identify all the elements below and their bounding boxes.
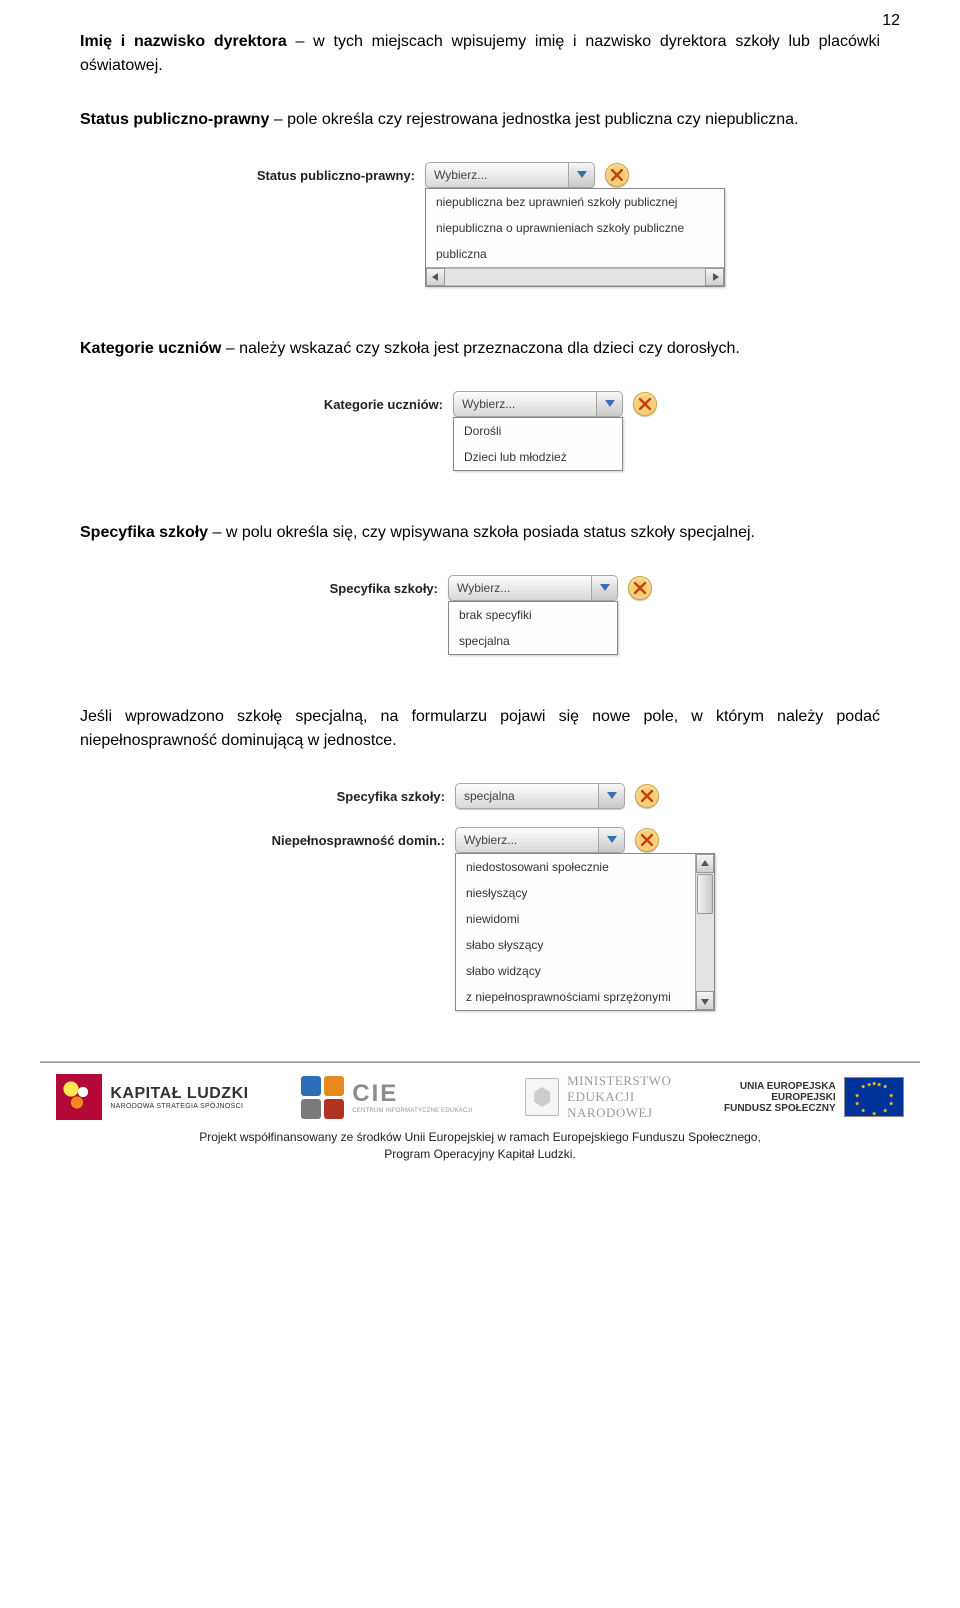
scroll-right-icon[interactable] <box>705 268 724 286</box>
scroll-thumb[interactable] <box>697 874 713 914</box>
combo-niepelnosprawnosc[interactable]: Wybierz... <box>455 827 625 853</box>
kapital-subtitle: NARODOWA STRATEGIA SPÓJNOŚCI <box>110 1103 248 1110</box>
eu-line3: FUNDUSZ SPOŁECZNY <box>724 1103 836 1114</box>
eu-line2: EUROPEJSKI <box>724 1092 836 1103</box>
option-niep-0[interactable]: niedostosowani społecznie <box>456 854 695 880</box>
footer-logos: KAPITAŁ LUDZKI NARODOWA STRATEGIA SPÓJNO… <box>0 1073 960 1121</box>
men-line1: MINISTERSTWO <box>567 1073 671 1089</box>
eu-line1: UNIA EUROPEJSKA <box>724 1081 836 1092</box>
figure-niepelnosprawnosc: Specyfika szkoły: specjalna Niepełnospra… <box>245 783 715 1011</box>
chevron-down-icon[interactable] <box>598 784 624 808</box>
cie-subtitle: CENTRUM INFORMATYCZNE EDUKACJI <box>352 1108 472 1114</box>
combo-niepelnosprawnosc-text: Wybierz... <box>456 833 598 847</box>
men-line2: EDUKACJI <box>567 1089 671 1105</box>
clear-button[interactable] <box>628 576 652 600</box>
option-niep-1[interactable]: niesłyszący <box>456 880 695 906</box>
scroll-track[interactable] <box>445 268 705 286</box>
combo-kategorie[interactable]: Wybierz... <box>453 391 623 417</box>
dropdown-kategorie[interactable]: Dorośli Dzieci lub młodzież <box>453 417 623 471</box>
para2-term: Status publiczno-prawny <box>80 111 269 128</box>
option-specyfika-1[interactable]: specjalna <box>449 628 617 654</box>
combo-status[interactable]: Wybierz... <box>425 162 595 188</box>
paragraph-3: Kategorie uczniów – należy wskazać czy s… <box>80 337 880 361</box>
logo-men: MINISTERSTWO EDUKACJI NARODOWEJ <box>525 1073 671 1121</box>
figure-status-publiczno-prawny: Status publiczno-prawny: Wybierz... niep… <box>235 162 725 287</box>
paragraph-2: Status publiczno-prawny – pole określa c… <box>80 108 880 132</box>
dropdown-status[interactable]: niepubliczna bez uprawnień szkoły public… <box>425 188 725 287</box>
option-niep-3[interactable]: słabo słyszący <box>456 932 695 958</box>
option-specyfika-0[interactable]: brak specyfiki <box>449 602 617 628</box>
option-niep-5[interactable]: z niepełnosprawnościami sprzężonymi <box>456 984 695 1010</box>
figure-kategorie-uczniow: Kategorie uczniów: Wybierz... Dorośli Dz… <box>303 391 657 471</box>
footer-caption-line2: Program Operacyjny Kapitał Ludzki. <box>384 1147 575 1161</box>
kapital-icon <box>56 1074 102 1120</box>
combo-specyfika-selected[interactable]: specjalna <box>455 783 625 809</box>
combo-kategorie-text: Wybierz... <box>454 397 596 411</box>
men-line3: NARODOWEJ <box>567 1105 671 1121</box>
chevron-down-icon[interactable] <box>598 828 624 852</box>
field-label-kategorie: Kategorie uczniów: <box>303 397 443 412</box>
option-niep-4[interactable]: słabo widzący <box>456 958 695 984</box>
field-label-specyfika2: Specyfika szkoły: <box>245 789 445 804</box>
option-kategorie-0[interactable]: Dorośli <box>454 418 622 444</box>
option-niep-2[interactable]: niewidomi <box>456 906 695 932</box>
kapital-title: KAPITAŁ LUDZKI <box>110 1085 248 1103</box>
paragraph-5: Jeśli wprowadzono szkołę specjalną, na f… <box>80 705 880 753</box>
combo-status-text: Wybierz... <box>426 168 568 182</box>
chevron-down-icon[interactable] <box>568 163 594 187</box>
footer-divider <box>40 1061 920 1063</box>
para4-term: Specyfika szkoły <box>80 524 208 541</box>
logo-cie: CIE CENTRUM INFORMATYCZNE EDUKACJI <box>301 1076 472 1119</box>
cie-title: CIE <box>352 1080 472 1108</box>
field-label-status: Status publiczno-prawny: <box>235 168 415 183</box>
field-label-specyfika: Specyfika szkoły: <box>308 581 438 596</box>
combo-specyfika[interactable]: Wybierz... <box>448 575 618 601</box>
paragraph-4: Specyfika szkoły – w polu określa się, c… <box>80 521 880 545</box>
cie-icon <box>301 1076 344 1119</box>
para3-term: Kategorie uczniów <box>80 340 221 357</box>
paragraph-1: Imię i nazwisko dyrektora – w tych miejs… <box>80 30 880 78</box>
vertical-scrollbar[interactable] <box>695 854 714 1010</box>
clear-button[interactable] <box>635 828 659 852</box>
eu-flag-icon <box>844 1077 904 1117</box>
para3-text: – należy wskazać czy szkoła jest przezna… <box>221 340 739 357</box>
page-number: 12 <box>882 12 900 30</box>
horizontal-scrollbar[interactable] <box>426 267 724 286</box>
option-kategorie-1[interactable]: Dzieci lub młodzież <box>454 444 622 470</box>
footer-caption-line1: Projekt współfinansowany ze środków Unii… <box>199 1130 761 1144</box>
scroll-left-icon[interactable] <box>426 268 445 286</box>
clear-button[interactable] <box>633 392 657 416</box>
dropdown-niepelnosprawnosc[interactable]: niedostosowani społecznie niesłyszący ni… <box>455 853 715 1011</box>
scroll-track[interactable] <box>696 915 714 991</box>
option-status-1[interactable]: niepubliczna o uprawnieniach szkoły publ… <box>426 215 724 241</box>
para1-term: Imię i nazwisko dyrektora <box>80 33 287 50</box>
clear-button[interactable] <box>635 784 659 808</box>
dropdown-specyfika[interactable]: brak specyfiki specjalna <box>448 601 618 655</box>
footer-caption: Projekt współfinansowany ze środków Unii… <box>0 1121 960 1183</box>
chevron-down-icon[interactable] <box>596 392 622 416</box>
figure-specyfika-szkoly: Specyfika szkoły: Wybierz... brak specyf… <box>308 575 652 655</box>
scroll-up-icon[interactable] <box>696 854 714 873</box>
scroll-down-icon[interactable] <box>696 991 714 1010</box>
option-status-0[interactable]: niepubliczna bez uprawnień szkoły public… <box>426 189 724 215</box>
para4-text: – w polu określa się, czy wpisywana szko… <box>208 524 755 541</box>
logo-kapital-ludzki: KAPITAŁ LUDZKI NARODOWA STRATEGIA SPÓJNO… <box>56 1074 248 1120</box>
chevron-down-icon[interactable] <box>591 576 617 600</box>
option-status-2[interactable]: publiczna <box>426 241 724 267</box>
clear-button[interactable] <box>605 163 629 187</box>
field-label-niepelnosprawnosc: Niepełnosprawność domin.: <box>245 833 445 848</box>
logo-eu: UNIA EUROPEJSKA EUROPEJSKI FUNDUSZ SPOŁE… <box>724 1077 904 1117</box>
combo-specyfika-selected-text: specjalna <box>456 789 598 803</box>
combo-specyfika-text: Wybierz... <box>449 581 591 595</box>
men-crest-icon <box>525 1078 559 1116</box>
para2-text: – pole określa czy rejestrowana jednostk… <box>269 111 798 128</box>
